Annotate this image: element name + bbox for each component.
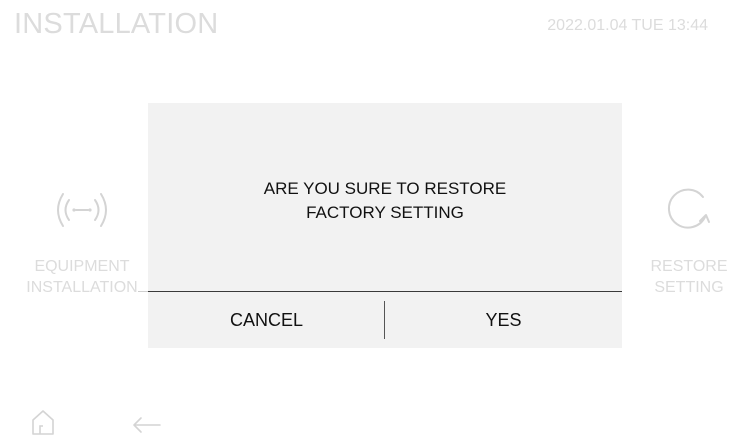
datetime-display: 2022.01.04 TUE 13:44 xyxy=(547,17,708,34)
wireless-signal-icon xyxy=(8,180,156,240)
home-icon[interactable] xyxy=(30,408,56,441)
confirm-dialog: ARE YOU SURE TO RESTORE FACTORY SETTING … xyxy=(148,103,622,348)
back-arrow-icon[interactable] xyxy=(130,414,164,439)
dialog-message: ARE YOU SURE TO RESTORE FACTORY SETTING xyxy=(148,177,622,225)
equipment-label-line1: EQUIPMENT xyxy=(34,258,130,275)
page-title: INSTALLATION xyxy=(14,8,219,40)
restore-setting-tile[interactable]: RESTORE SETTING xyxy=(640,180,738,298)
equipment-label-line2: INSTALLATION xyxy=(26,279,138,296)
dialog-message-line2: FACTORY SETTING xyxy=(306,203,464,222)
dialog-divider xyxy=(148,291,622,292)
equipment-installation-tile[interactable]: EQUIPMENT INSTALLATION xyxy=(8,180,156,298)
restore-label-line2: SETTING xyxy=(654,279,724,296)
yes-button[interactable]: YES xyxy=(385,300,622,340)
refresh-icon xyxy=(640,180,738,240)
dialog-message-line1: ARE YOU SURE TO RESTORE xyxy=(263,179,507,198)
restore-label-line1: RESTORE xyxy=(650,258,728,275)
divider xyxy=(138,291,148,292)
cancel-button[interactable]: CANCEL xyxy=(148,300,385,340)
